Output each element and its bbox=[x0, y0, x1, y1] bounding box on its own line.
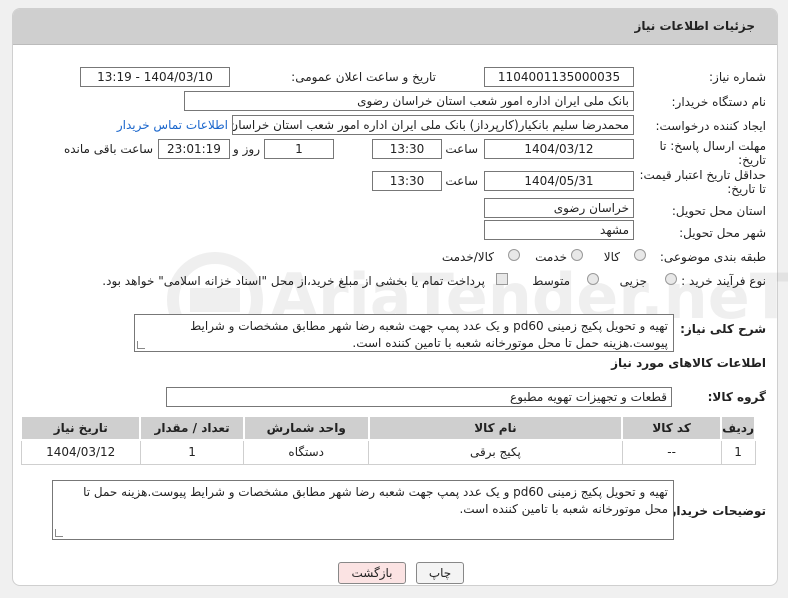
reply-date-field: 1404/03/12 bbox=[484, 139, 634, 159]
category-option-goods: کالا bbox=[603, 250, 620, 264]
process-label: نوع فرآیند خرید : bbox=[681, 274, 766, 288]
price-date-field: 1404/05/31 bbox=[484, 171, 634, 191]
row-name: پکیج برقی bbox=[368, 439, 623, 465]
goods-info-title: اطلاعات کالاهای مورد نیاز bbox=[611, 356, 766, 370]
resize-grip-icon[interactable] bbox=[137, 341, 145, 349]
panel-header: جزئیات اطلاعات نیاز bbox=[13, 9, 777, 45]
treasury-payment-note: پرداخت تمام یا بخشی از مبلغ خرید،از محل … bbox=[102, 274, 485, 288]
days-label: روز و bbox=[233, 142, 260, 156]
row-qty: 1 bbox=[139, 439, 245, 465]
description-text: تهیه و تحویل پکیج زمینی pd60 و یک عدد پم… bbox=[190, 319, 668, 350]
description-textarea[interactable]: تهیه و تحویل پکیج زمینی pd60 و یک عدد پم… bbox=[134, 314, 674, 352]
days-field: 1 bbox=[264, 139, 334, 159]
buyer-org-label: نام دستگاه خریدار: bbox=[671, 95, 767, 109]
requester-field: محمدرضا سلیم بانکیار(کارپرداز) بانک ملی … bbox=[232, 115, 634, 135]
buyer-contact-link[interactable]: اطلاعات تماس خریدار bbox=[117, 118, 228, 132]
panel-title: جزئیات اطلاعات نیاز bbox=[634, 19, 755, 33]
process-radio-partial[interactable] bbox=[665, 273, 677, 285]
buyer-org-field: بانک ملی ایران اداره امور شعب استان خراس… bbox=[184, 91, 634, 111]
description-label: شرح کلی نیاز: bbox=[680, 322, 766, 336]
announce-label: تاریخ و ساعت اعلان عمومی: bbox=[291, 70, 436, 84]
table-row: 1 -- پکیج برقی دستگاه 1 1404/03/12 bbox=[20, 439, 756, 465]
reply-deadline-label: مهلت ارسال پاسخ: تا bbox=[659, 139, 766, 153]
col-unit-header: واحد شمارش bbox=[242, 415, 370, 441]
category-option-both: کالا/خدمت bbox=[441, 250, 494, 264]
col-row-header: ردیف bbox=[720, 415, 756, 441]
row-date: 1404/03/12 bbox=[20, 439, 141, 465]
buyer-notes-text: تهیه و تحویل پکیج زمینی pd60 و یک عدد پم… bbox=[83, 485, 668, 516]
back-button[interactable]: بازگشت bbox=[338, 562, 406, 584]
col-date-header: تاریخ نیاز bbox=[19, 415, 142, 441]
goods-group-label: گروه کالا: bbox=[707, 390, 766, 404]
category-radio-goods[interactable] bbox=[634, 249, 646, 261]
items-table: ردیف کد کالا نام کالا واحد شمارش تعداد /… bbox=[19, 415, 756, 465]
delivery-city-field: مشهد bbox=[484, 220, 634, 240]
category-label: طبقه بندی موضوعی: bbox=[659, 250, 766, 264]
row-unit: دستگاه bbox=[243, 439, 370, 465]
buyer-notes-label: توضیحات خریدار: bbox=[664, 504, 766, 518]
category-radio-both[interactable] bbox=[508, 249, 520, 261]
category-radio-service[interactable] bbox=[571, 249, 583, 261]
reply-time-label: ساعت bbox=[445, 142, 478, 156]
resize-grip-icon[interactable] bbox=[55, 529, 63, 537]
process-option-medium: متوسط bbox=[532, 274, 570, 288]
process-option-partial: جزیی bbox=[619, 274, 647, 288]
requester-label: ایجاد کننده درخواست: bbox=[655, 119, 766, 133]
print-button[interactable]: چاپ bbox=[416, 562, 464, 584]
price-validity-label-2: تا تاریخ: bbox=[727, 182, 766, 196]
category-option-service: خدمت bbox=[535, 250, 567, 264]
remaining-time-field: 23:01:19 bbox=[158, 139, 230, 159]
table-header-row: ردیف کد کالا نام کالا واحد شمارش تعداد /… bbox=[19, 415, 756, 441]
need-number-field: 1104001135000035 bbox=[484, 67, 634, 87]
buyer-notes-textarea[interactable]: تهیه و تحویل پکیج زمینی pd60 و یک عدد پم… bbox=[52, 480, 674, 540]
reply-time-field: 13:30 bbox=[372, 139, 442, 159]
delivery-city-label: شهر محل تحویل: bbox=[679, 226, 766, 240]
col-code-header: کد کالا bbox=[621, 415, 723, 441]
row-index: 1 bbox=[720, 439, 756, 465]
reply-deadline-label-2: تاریخ: bbox=[738, 153, 766, 167]
delivery-province-label: استان محل تحویل: bbox=[671, 204, 766, 218]
price-time-field: 13:30 bbox=[372, 171, 442, 191]
price-time-label: ساعت bbox=[445, 174, 478, 188]
row-code: -- bbox=[621, 439, 722, 465]
announce-date-field: 1404/03/10 - 13:19 bbox=[80, 67, 230, 87]
remaining-time-label: ساعت باقی مانده bbox=[63, 142, 153, 156]
col-qty-header: تعداد / مقدار bbox=[139, 415, 245, 441]
treasury-payment-checkbox[interactable] bbox=[496, 273, 508, 285]
price-validity-label: حداقل تاریخ اعتبار قیمت: bbox=[639, 168, 766, 182]
goods-group-field: قطعات و تجهیزات تهویه مطبوع bbox=[166, 387, 672, 407]
process-radio-medium[interactable] bbox=[587, 273, 599, 285]
need-number-label: شماره نیاز: bbox=[709, 70, 766, 84]
col-name-header: نام کالا bbox=[367, 415, 624, 441]
delivery-province-field: خراسان رضوی bbox=[484, 198, 634, 218]
